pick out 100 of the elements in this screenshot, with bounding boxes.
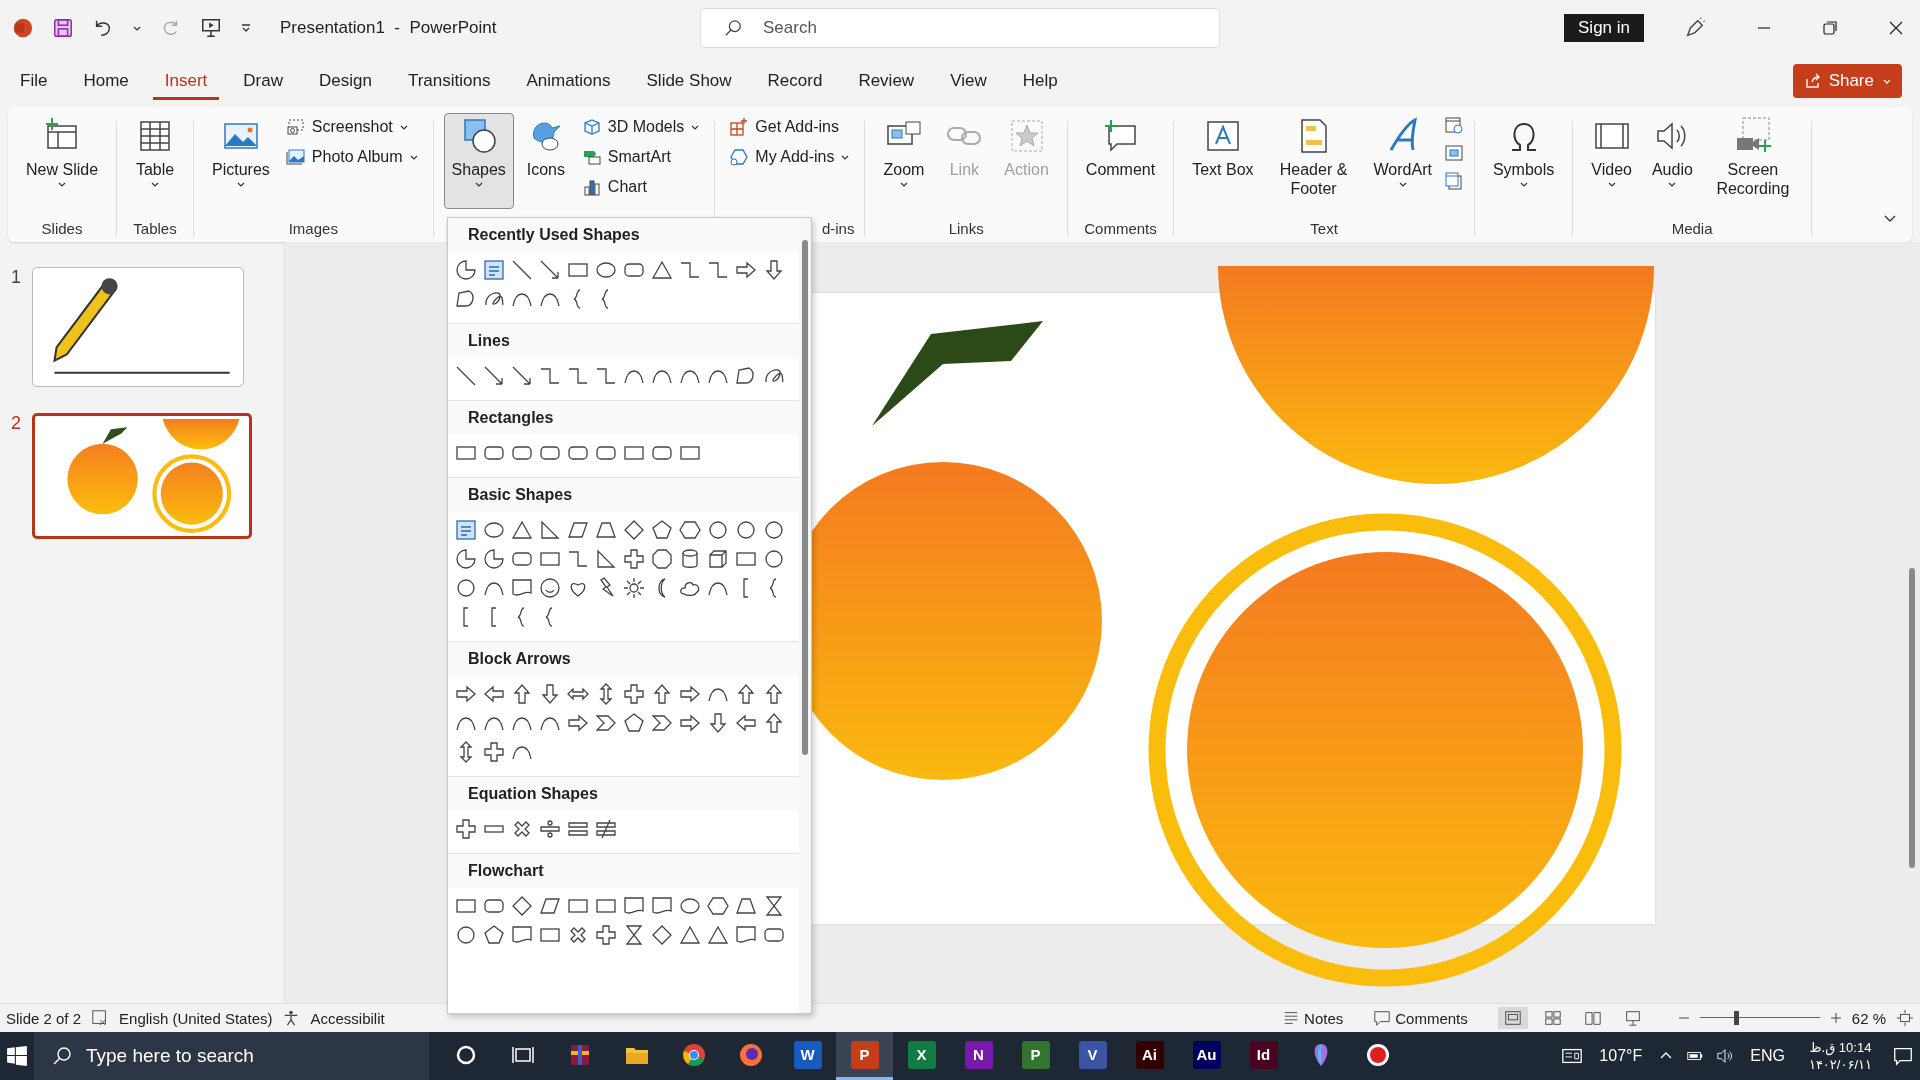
taskbar-app[interactable]: W	[779, 1032, 836, 1080]
taskbar-app[interactable]: X	[893, 1032, 950, 1080]
ribbon-button[interactable]: My Add-ins	[725, 145, 855, 169]
ribbon-button[interactable]: Comment	[1077, 113, 1164, 209]
windows-start-icon[interactable]	[6, 1045, 28, 1067]
input-language[interactable]: ENG	[1750, 1047, 1785, 1065]
shape-icon[interactable]	[594, 547, 618, 571]
object-icon[interactable]	[1443, 171, 1464, 191]
ribbon-button[interactable]: Video	[1583, 113, 1640, 209]
ribbon-tab[interactable]: Transitions	[395, 62, 503, 100]
dropdown-scrollbar[interactable]	[799, 218, 811, 1013]
clock-time[interactable]: 10:14 ق.ظ	[1809, 1039, 1872, 1056]
ribbon-button[interactable]: Shapes	[443, 113, 514, 209]
pen-icon[interactable]	[1684, 16, 1706, 39]
ribbon-tab[interactable]: Slide Show	[634, 62, 744, 100]
shape-icon[interactable]	[622, 711, 646, 735]
shape-icon[interactable]	[454, 258, 478, 282]
ribbon-button[interactable]: Audio	[1643, 113, 1701, 209]
ribbon-button[interactable]: Screenshot	[281, 115, 423, 139]
shape-icon[interactable]	[454, 364, 478, 388]
taskbar-app[interactable]: N	[950, 1032, 1007, 1080]
ribbon-button[interactable]: Text Box	[1184, 113, 1262, 209]
leaf-shape[interactable]	[872, 321, 1043, 426]
shape-icon[interactable]	[650, 547, 674, 571]
taskbar-app[interactable]: P	[1007, 1032, 1064, 1080]
shape-icon[interactable]	[454, 547, 478, 571]
shape-icon[interactable]	[482, 364, 506, 388]
zoom-slider-thumb[interactable]	[1733, 1011, 1739, 1025]
taskbar-app[interactable]: P	[836, 1032, 893, 1080]
taskbar-app[interactable]: V	[1064, 1032, 1121, 1080]
taskbar-app[interactable]: Ai	[1121, 1032, 1178, 1080]
close-icon[interactable]	[1888, 19, 1904, 36]
ribbon-tab[interactable]: Home	[71, 62, 141, 100]
ribbon-button[interactable]: Zoom	[875, 113, 933, 209]
share-button[interactable]: Share	[1792, 64, 1902, 98]
zoom-level[interactable]: 62 %	[1851, 1009, 1886, 1027]
shape-icon[interactable]	[538, 258, 562, 282]
shape-icon[interactable]	[482, 740, 506, 764]
shape-icon[interactable]	[454, 817, 478, 841]
ribbon-button[interactable]: Icons	[517, 113, 574, 209]
shape-icon[interactable]	[622, 547, 646, 571]
taskbar-search-field[interactable]: Type here to search	[34, 1032, 429, 1080]
shape-icon[interactable]	[734, 518, 758, 542]
shape-icon[interactable]	[594, 817, 618, 841]
ribbon-tab[interactable]: Design	[306, 62, 384, 100]
view-button[interactable]	[1497, 1007, 1528, 1029]
shape-icon[interactable]	[510, 258, 534, 282]
shape-icon[interactable]	[538, 518, 562, 542]
shape-icon[interactable]	[622, 518, 646, 542]
shape-icon[interactable]	[510, 894, 534, 918]
volume-icon[interactable]	[1716, 1047, 1735, 1065]
shape-icon[interactable]	[706, 547, 730, 571]
ribbon-tab[interactable]: File	[8, 62, 60, 100]
notes-button[interactable]: Notes	[1282, 1009, 1344, 1027]
ribbon-button[interactable]: WordArt	[1365, 113, 1440, 209]
customize-caret-icon[interactable]	[240, 21, 252, 34]
shape-icon[interactable]	[594, 923, 618, 947]
restore-icon[interactable]	[1822, 19, 1838, 36]
shape-icon[interactable]	[454, 576, 478, 600]
save-icon[interactable]	[52, 16, 74, 39]
shape-icon[interactable]	[622, 682, 646, 706]
comments-button[interactable]: Comments	[1373, 1009, 1468, 1027]
shape-icon[interactable]	[706, 894, 730, 918]
ribbon-button[interactable]: New Slide	[18, 113, 107, 209]
shape-icon[interactable]	[454, 923, 478, 947]
ribbon-button[interactable]: 3D Models	[577, 115, 705, 139]
shape-icon[interactable]	[762, 547, 786, 571]
shape-icon[interactable]	[510, 364, 534, 388]
ribbon-tab[interactable]: Help	[1010, 62, 1070, 100]
presentation-icon[interactable]	[200, 16, 222, 39]
ribbon-button[interactable]: Chart	[577, 175, 705, 199]
ribbon-button[interactable]: Table	[127, 113, 184, 209]
shape-icon[interactable]	[538, 576, 562, 600]
slide-number-icon[interactable]	[1443, 143, 1464, 163]
ribbon-button[interactable]: Get Add-ins	[725, 115, 855, 139]
language-status[interactable]: English (United States)	[119, 1009, 273, 1027]
taskbar-app[interactable]: Au	[1178, 1032, 1235, 1080]
ribbon-button[interactable]: SmartArt	[577, 145, 705, 169]
ribbon-tab[interactable]: Draw	[231, 62, 295, 100]
zoom-slider[interactable]	[1699, 1010, 1820, 1026]
notification-icon[interactable]	[1892, 1045, 1914, 1067]
shape-icon[interactable]	[762, 518, 786, 542]
zoom-in-icon[interactable]	[1829, 1012, 1842, 1024]
ribbon-button[interactable]: Header & Footer	[1265, 113, 1362, 209]
accessibility-status[interactable]: Accessibilit	[310, 1009, 385, 1027]
shape-icon[interactable]	[482, 547, 506, 571]
ribbon-button[interactable]: Screen Recording	[1704, 113, 1801, 209]
calendar-icon[interactable]	[1443, 115, 1464, 135]
sign-in-button[interactable]: Sign in	[1564, 13, 1644, 42]
search-field[interactable]: Search	[700, 7, 1220, 48]
ribbon-button[interactable]: Photo Album	[281, 145, 423, 169]
taskbar-app[interactable]: Id	[1235, 1032, 1292, 1080]
ribbon-tab[interactable]: Record	[755, 62, 835, 100]
shape-icon[interactable]	[706, 518, 730, 542]
ribbon-button[interactable]: Symbols	[1484, 113, 1563, 209]
shape-icon[interactable]	[482, 923, 506, 947]
shape-icon[interactable]	[650, 923, 674, 947]
clock-date[interactable]: ۱۴۰۲/۰۶/۱۱	[1808, 1056, 1872, 1073]
ribbon-tab[interactable]: View	[938, 62, 999, 100]
ribbon-tab[interactable]: Review	[846, 62, 927, 100]
